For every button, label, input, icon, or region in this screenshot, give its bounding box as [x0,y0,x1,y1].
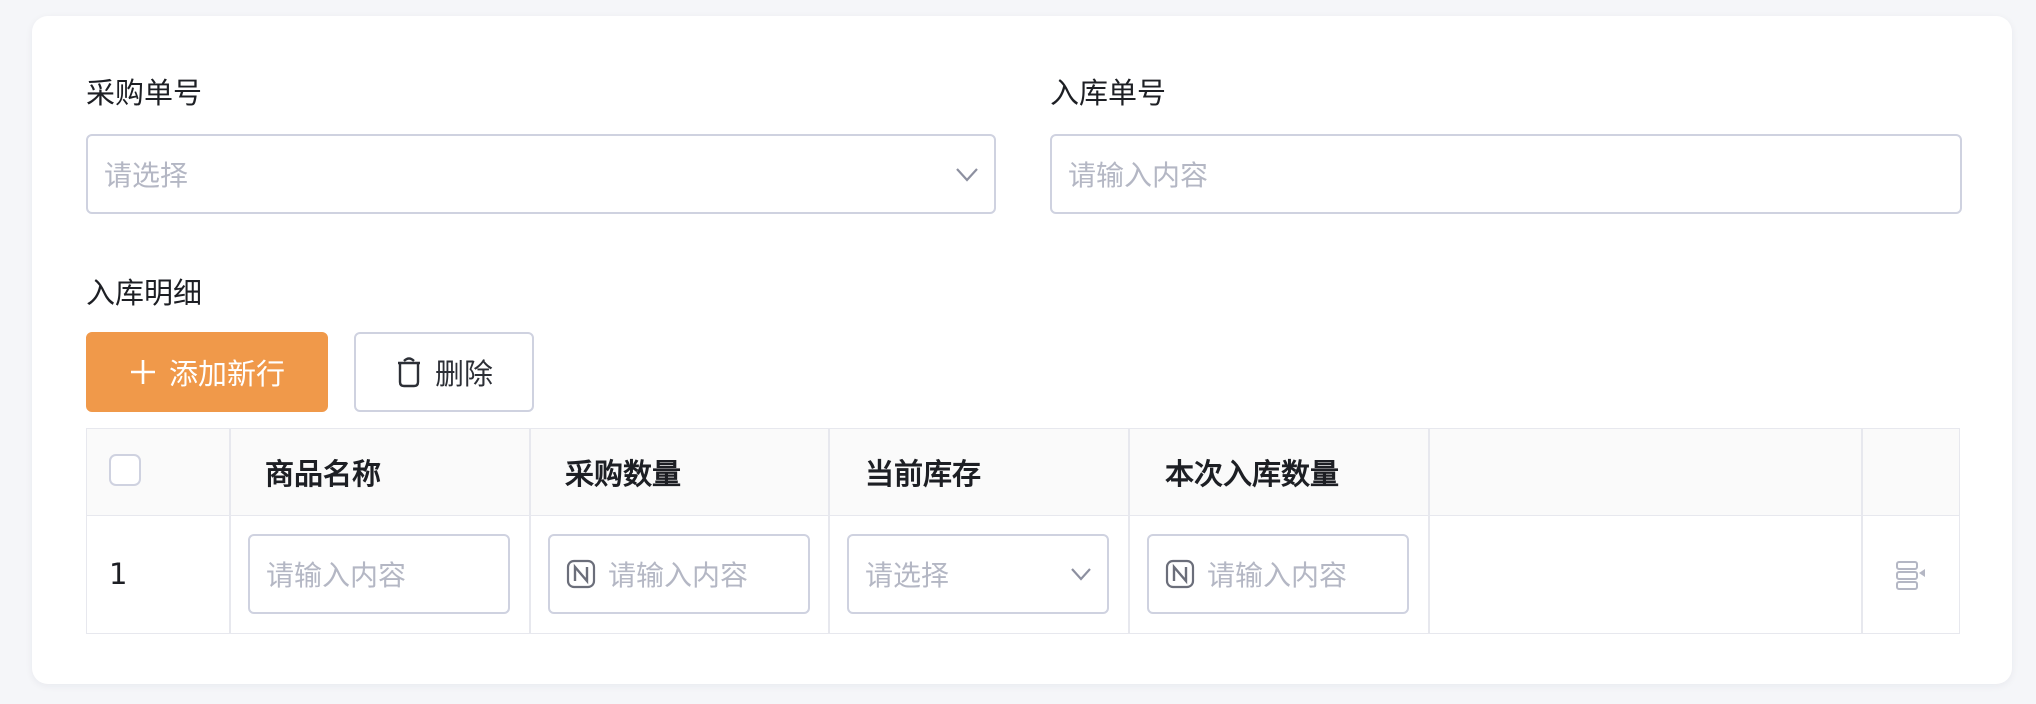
row-index: 1 [109,557,128,591]
column-divider [1128,429,1130,633]
stock-in-qty-placeholder: 请输入内容 [1207,559,1348,592]
chevron-down-icon [1071,568,1091,581]
column-header-product-name: 商品名称 [265,457,382,491]
details-title: 入库明细 [86,276,203,310]
number-icon [1165,559,1195,589]
row-action-icon[interactable] [1895,559,1927,591]
column-divider [1428,429,1430,633]
product-name-input[interactable]: 请输入内容 [248,534,510,614]
column-divider [229,429,231,633]
chevron-down-icon [956,168,978,182]
select-all-checkbox[interactable] [109,454,141,486]
current-stock-placeholder: 请选择 [865,559,950,592]
stock-in-no-placeholder: 请输入内容 [1068,159,1209,192]
column-divider [529,429,531,633]
purchase-order-label: 采购单号 [86,76,203,110]
column-divider [828,429,830,633]
column-divider [1861,429,1863,633]
current-stock-select[interactable]: 请选择 [847,534,1109,614]
stock-in-qty-input[interactable]: 请输入内容 [1147,534,1409,614]
stock-in-no-label: 入库单号 [1050,76,1167,110]
trash-icon [395,356,423,388]
product-name-placeholder: 请输入内容 [266,559,407,592]
purchase-qty-placeholder: 请输入内容 [608,559,749,592]
column-header-current-stock: 当前库存 [865,457,982,491]
purchase-qty-input[interactable]: 请输入内容 [548,534,810,614]
column-header-stock-in-qty: 本次入库数量 [1165,457,1340,491]
add-row-button[interactable]: 添加新行 [86,332,328,412]
purchase-order-placeholder: 请选择 [104,159,189,192]
purchase-order-select[interactable]: 请选择 [86,134,996,214]
stock-in-no-input[interactable]: 请输入内容 [1050,134,1962,214]
add-row-label: 添加新行 [168,357,285,391]
column-header-purchase-qty: 采购数量 [565,457,682,491]
number-icon [566,559,596,589]
delete-label: 删除 [434,357,493,391]
plus-icon [129,358,157,386]
delete-button[interactable]: 删除 [354,332,534,412]
details-table: 商品名称 采购数量 当前库存 本次入库数量 1 请输入内容 请输入内容 请选择 … [86,428,1960,634]
